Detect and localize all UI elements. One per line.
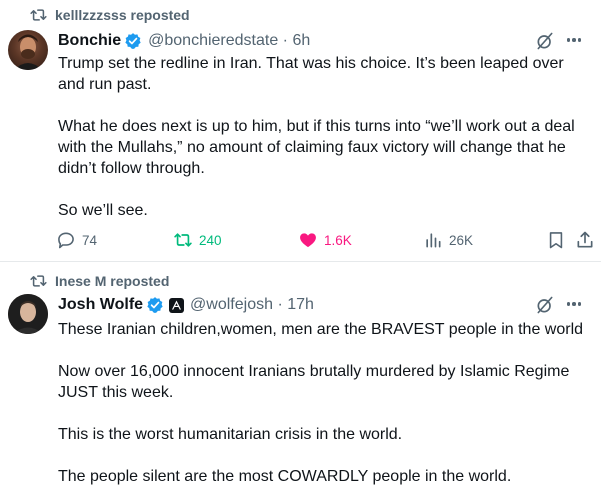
tweet-header: Josh Wolfe @wolfejosh · 17h — [58, 294, 593, 316]
repost-label: kelllzzzsss reposted — [55, 7, 190, 23]
heart-icon — [300, 233, 316, 248]
views-icon — [426, 233, 441, 248]
action-bar: 74 240 1.6K 26K — [56, 230, 596, 254]
handle-and-time[interactable]: @bonchieredstate · 6h — [148, 32, 310, 50]
avatar[interactable] — [8, 30, 48, 70]
avatar-image — [14, 34, 42, 70]
share-icon — [577, 231, 593, 248]
reply-button[interactable]: 74 — [56, 230, 97, 250]
reply-icon — [58, 232, 74, 249]
handle-and-time[interactable]: @wolfejosh · 17h — [190, 296, 314, 314]
avatar-image — [8, 294, 48, 334]
tweet-paragraph: What he does next is up to him, but if t… — [58, 118, 575, 177]
repost-icon — [30, 275, 47, 287]
repost-count: 240 — [199, 232, 222, 248]
affiliate-logo-icon — [172, 300, 181, 310]
bookmark-icon — [549, 232, 563, 249]
tweet-paragraph: Now over 16,000 innocent Iranians brutal… — [58, 363, 570, 401]
tweet-paragraph: The people silent are the most COWARDLY … — [58, 468, 512, 485]
tweet-paragraph: This is the worst humanitarian crisis in… — [58, 426, 403, 443]
verified-badge-icon — [125, 33, 141, 49]
avatar[interactable] — [8, 294, 48, 334]
grok-icon[interactable] — [535, 31, 555, 51]
like-count: 1.6K — [324, 232, 352, 248]
tweet-text: Trump set the redline in Iran. That was … — [58, 53, 594, 221]
display-name[interactable]: Bonchie — [58, 32, 121, 50]
repost-context[interactable]: kelllzzzsss reposted — [30, 7, 190, 23]
display-name[interactable]: Josh Wolfe — [58, 296, 143, 314]
more-icon[interactable] — [563, 294, 585, 314]
views-button[interactable]: 26K — [423, 230, 473, 250]
tweet-header: Bonchie @bonchieredstate · 6h — [58, 30, 593, 52]
repost-icon — [30, 9, 47, 21]
tweet-paragraph: Trump set the redline in Iran. That was … — [58, 55, 564, 93]
grok-icon[interactable] — [535, 295, 555, 315]
views-count: 26K — [449, 232, 474, 248]
retweet-icon — [174, 233, 192, 247]
like-button[interactable]: 1.6K — [298, 230, 352, 250]
tweet-paragraph: These Iranian children,women, men are th… — [58, 321, 584, 338]
repost-button[interactable]: 240 — [173, 230, 222, 250]
tweet-bonchie[interactable]: kelllzzzsss reposted Bonchie @bonchiered… — [0, 0, 601, 262]
tweet-paragraph: So we’ll see. — [58, 202, 148, 219]
share-button[interactable] — [575, 230, 595, 250]
affiliate-badge-icon[interactable] — [169, 297, 185, 313]
tweet-text: These Iranian children,women, men are th… — [58, 319, 594, 487]
bookmark-button[interactable] — [546, 230, 566, 250]
repost-label: Inese M reposted — [55, 273, 170, 289]
repost-context[interactable]: Inese M reposted — [30, 273, 169, 289]
more-icon[interactable] — [563, 30, 585, 50]
reply-count: 74 — [82, 232, 98, 248]
tweet-josh-wolfe[interactable]: Inese M reposted Josh Wolfe @wolfejosh ·… — [0, 262, 601, 494]
verified-badge-icon — [147, 297, 163, 313]
